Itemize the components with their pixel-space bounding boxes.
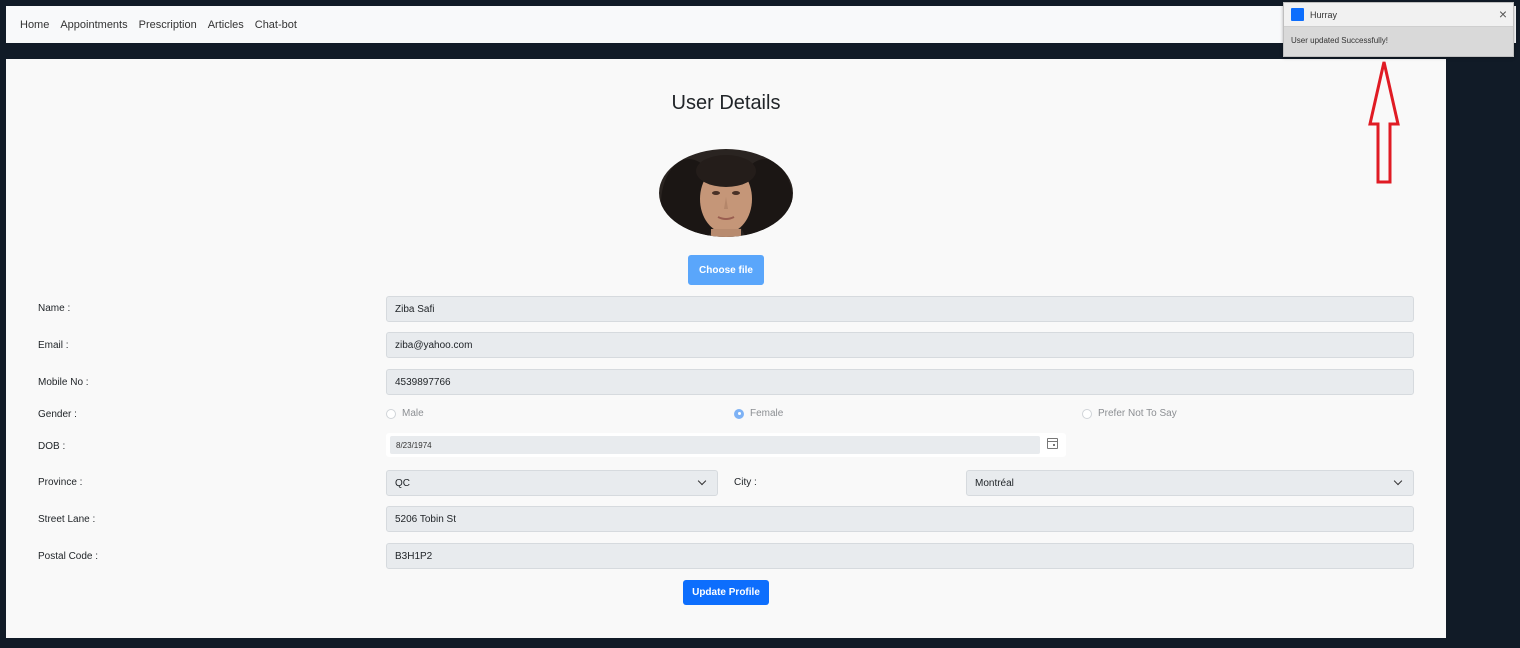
- close-icon[interactable]: ×: [1499, 7, 1507, 21]
- street-label: Street Lane :: [38, 514, 96, 525]
- dob-input[interactable]: 8/23/1974: [386, 433, 1066, 457]
- success-toast: Hurray × User updated Successfully!: [1283, 2, 1514, 57]
- nav-prescription[interactable]: Prescription: [139, 19, 197, 31]
- province-select[interactable]: QC: [386, 470, 718, 496]
- radio-prefer-not[interactable]: [1082, 408, 1092, 419]
- postal-label: Postal Code :: [38, 551, 99, 562]
- city-value: Montréal: [975, 477, 1014, 489]
- postal-input[interactable]: B3H1P2: [386, 543, 1414, 569]
- radio-male[interactable]: [386, 408, 396, 419]
- province-label: Province :: [38, 477, 83, 488]
- annotation-arrow-icon: [1368, 61, 1400, 184]
- gender-option-female[interactable]: Female: [734, 408, 783, 419]
- choose-file-button[interactable]: Choose file: [688, 255, 764, 285]
- calendar-icon[interactable]: [1047, 438, 1058, 449]
- street-input[interactable]: 5206 Tobin St: [386, 506, 1414, 532]
- email-label: Email :: [38, 340, 69, 351]
- dob-label: DOB :: [38, 441, 66, 452]
- gender-prefer-not-label: Prefer Not To Say: [1098, 408, 1177, 419]
- province-value: QC: [395, 477, 410, 489]
- mobile-label: Mobile No :: [38, 377, 89, 388]
- gender-label: Gender :: [38, 409, 77, 420]
- toast-message: User updated Successfully!: [1291, 36, 1388, 45]
- nav-articles[interactable]: Articles: [208, 19, 244, 31]
- name-input[interactable]: Ziba Safi: [386, 296, 1414, 322]
- nav-home[interactable]: Home: [20, 19, 49, 31]
- dob-value[interactable]: 8/23/1974: [390, 436, 1040, 454]
- toast-header: Hurray ×: [1284, 3, 1513, 27]
- nav-chat-bot[interactable]: Chat-bot: [255, 19, 297, 31]
- nav-appointments[interactable]: Appointments: [60, 19, 127, 31]
- gender-option-prefer-not[interactable]: Prefer Not To Say: [1082, 408, 1177, 419]
- profile-avatar: [659, 149, 793, 237]
- gender-male-label: Male: [402, 408, 424, 419]
- user-details-panel: User Details Choose file Name : Ziba Saf…: [6, 59, 1446, 638]
- update-profile-button[interactable]: Update Profile: [683, 580, 769, 605]
- toast-color-square-icon: [1291, 8, 1304, 21]
- radio-female[interactable]: [734, 408, 744, 419]
- name-label: Name :: [38, 303, 71, 314]
- mobile-input[interactable]: 4539897766: [386, 369, 1414, 395]
- toast-title: Hurray: [1310, 9, 1338, 20]
- gender-female-label: Female: [750, 408, 784, 419]
- gender-option-male[interactable]: Male: [386, 408, 424, 419]
- city-label: City :: [734, 477, 757, 488]
- chevron-down-icon: [697, 476, 707, 486]
- chevron-down-icon: [1393, 476, 1403, 486]
- email-input[interactable]: ziba@yahoo.com: [386, 332, 1414, 358]
- page-title: User Details: [671, 92, 781, 114]
- city-select[interactable]: Montréal: [966, 470, 1414, 496]
